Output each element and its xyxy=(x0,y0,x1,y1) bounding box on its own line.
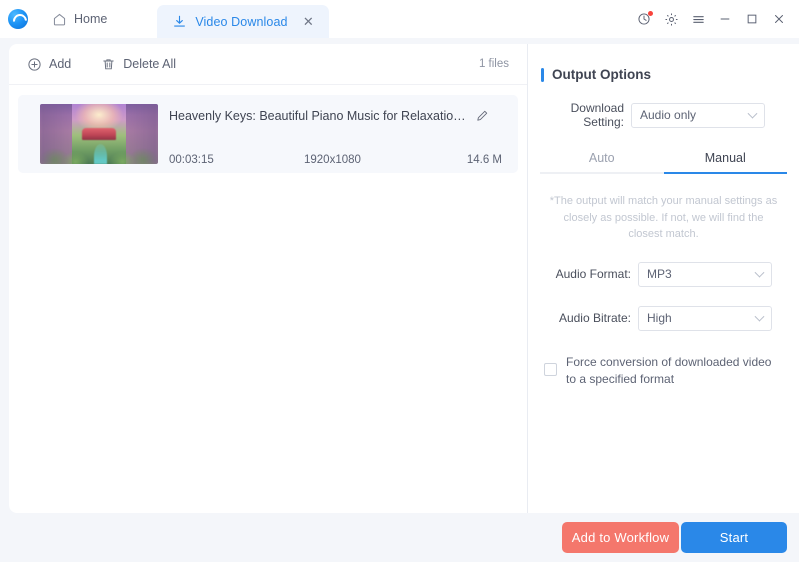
panel-title-row: Output Options xyxy=(528,44,799,82)
minimize-icon[interactable] xyxy=(713,4,737,34)
delete-all-label: Delete All xyxy=(123,57,177,71)
file-title: Heavenly Keys: Beautiful Piano Music for… xyxy=(169,109,469,123)
list-item[interactable]: Heavenly Keys: Beautiful Piano Music for… xyxy=(18,95,518,173)
tab-strip: Video Download ✕ xyxy=(157,0,330,38)
audio-bitrate-value: High xyxy=(647,311,672,325)
plus-circle-icon xyxy=(27,57,42,72)
file-list: Heavenly Keys: Beautiful Piano Music for… xyxy=(9,85,527,173)
add-to-workflow-button[interactable]: Add to Workflow xyxy=(562,522,679,553)
notification-dot xyxy=(648,11,653,16)
file-info: Heavenly Keys: Beautiful Piano Music for… xyxy=(158,104,508,166)
footer-bar: Add to Workflow Start xyxy=(0,513,799,562)
chevron-down-icon xyxy=(754,267,765,278)
audio-bitrate-row: Audio Bitrate: High xyxy=(528,287,799,331)
download-setting-select[interactable]: Audio only xyxy=(631,102,765,128)
hamburger-menu-icon[interactable] xyxy=(686,4,710,34)
history-clock-icon[interactable] xyxy=(632,4,656,34)
accent-bar xyxy=(541,67,544,82)
audio-bitrate-select[interactable]: High xyxy=(638,305,772,331)
audio-format-value: MP3 xyxy=(647,267,672,281)
audio-format-select[interactable]: MP3 xyxy=(638,261,772,287)
audio-format-row: Audio Format: MP3 xyxy=(528,243,799,287)
app-window: Home Video Download ✕ Add Delete All 1 f… xyxy=(0,0,799,562)
tab-close-icon[interactable]: ✕ xyxy=(300,14,316,30)
trash-icon xyxy=(101,57,116,72)
title-bar: Home Video Download ✕ xyxy=(0,0,799,38)
add-label: Add xyxy=(49,57,72,71)
file-size: 14.6 M xyxy=(466,154,502,166)
home-button[interactable]: Home xyxy=(46,0,113,38)
file-count-label: 1 files xyxy=(478,58,509,70)
page-title: Output Options xyxy=(552,67,651,82)
home-label: Home xyxy=(74,12,108,26)
list-toolbar: Add Delete All 1 files xyxy=(9,44,527,85)
window-close-icon[interactable] xyxy=(767,4,791,34)
mode-tab-bar: Auto Manual xyxy=(540,151,787,174)
audio-bitrate-label: Audio Bitrate: xyxy=(558,311,631,325)
start-button[interactable]: Start xyxy=(681,522,787,553)
window-controls xyxy=(632,0,799,38)
delete-all-button[interactable]: Delete All xyxy=(101,57,176,72)
file-duration: 00:03:15 xyxy=(169,154,214,166)
app-logo-icon xyxy=(8,9,28,29)
download-icon xyxy=(172,14,187,29)
add-button[interactable]: Add xyxy=(27,57,71,72)
download-setting-label: Download Setting: xyxy=(570,101,624,129)
tab-label: Video Download xyxy=(195,14,288,29)
download-setting-row: Download Setting: Audio only xyxy=(528,82,799,129)
file-list-panel: Add Delete All 1 files Heavenly Keys: Be… xyxy=(9,44,527,513)
home-icon xyxy=(52,12,67,27)
gear-icon[interactable] xyxy=(659,4,683,34)
force-conversion-checkbox[interactable] xyxy=(544,362,557,376)
file-title-row: Heavenly Keys: Beautiful Piano Music for… xyxy=(169,104,508,123)
force-conversion-label: Force conversion of downloaded video to … xyxy=(566,354,772,386)
output-options-panel: Output Options Download Setting: Audio o… xyxy=(528,44,799,513)
file-meta: 00:03:15 1920x1080 14.6 M xyxy=(169,154,508,166)
maximize-icon[interactable] xyxy=(740,4,764,34)
download-setting-value: Audio only xyxy=(640,108,697,122)
tab-video-download[interactable]: Video Download ✕ xyxy=(157,5,330,38)
audio-format-label: Audio Format: xyxy=(555,267,631,281)
manual-hint-text: *The output will match your manual setti… xyxy=(549,195,778,240)
chevron-down-icon xyxy=(747,108,758,119)
tab-auto[interactable]: Auto xyxy=(540,151,664,174)
file-resolution: 1920x1080 xyxy=(304,154,361,166)
force-conversion-row[interactable]: Force conversion of downloaded video to … xyxy=(528,331,799,389)
tab-manual[interactable]: Manual xyxy=(664,151,788,174)
video-thumbnail xyxy=(40,104,158,164)
chevron-down-icon xyxy=(754,311,765,322)
pencil-edit-icon[interactable] xyxy=(475,109,489,123)
title-bar-left: Home xyxy=(0,0,113,38)
tab-active-indicator xyxy=(663,172,787,174)
